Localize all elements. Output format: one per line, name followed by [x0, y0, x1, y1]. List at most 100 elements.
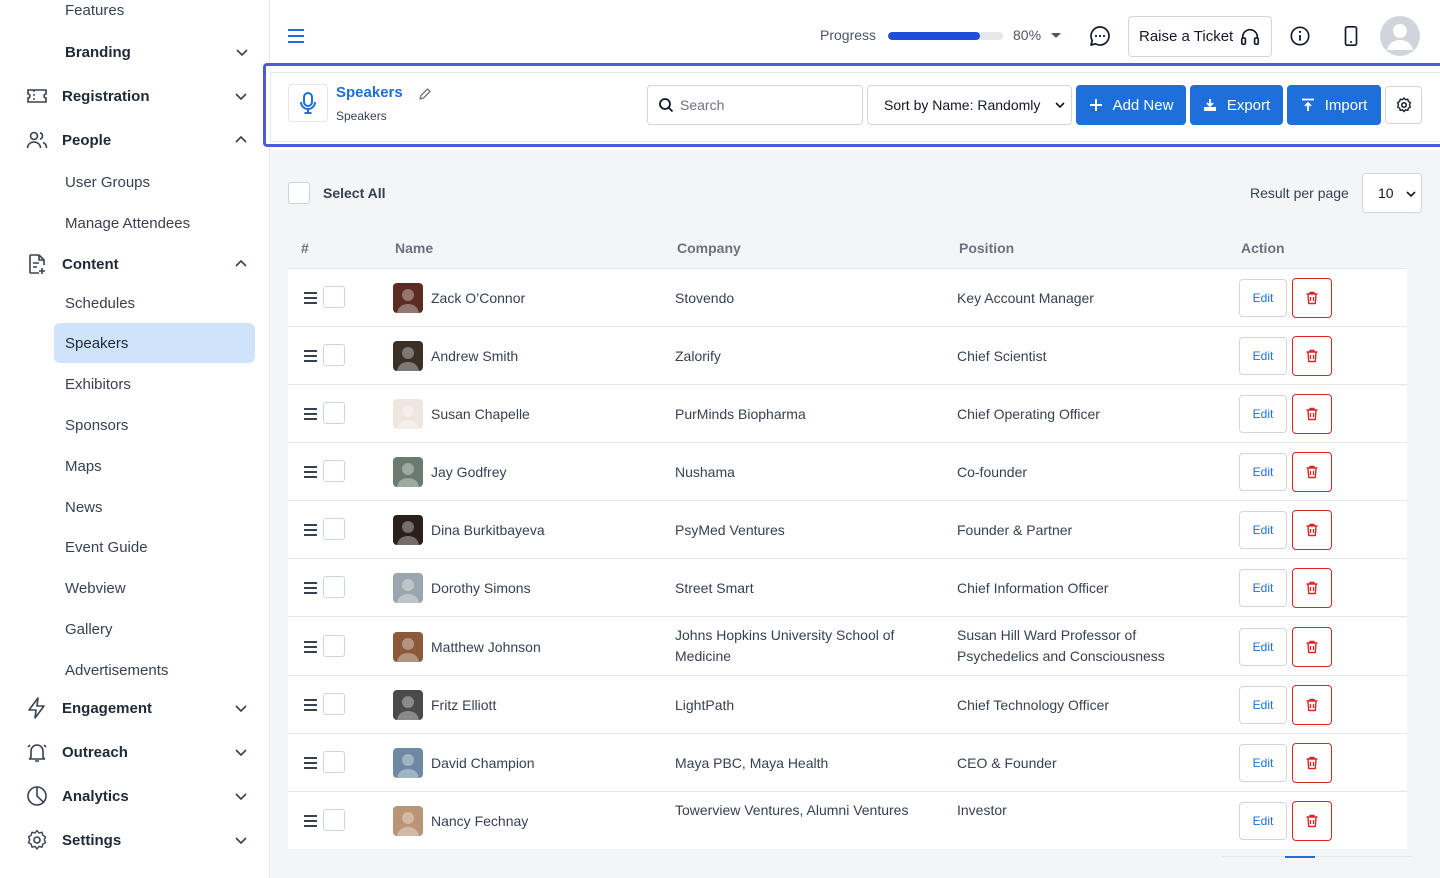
delete-button[interactable] [1292, 685, 1332, 725]
mobile-phone-icon[interactable] [1341, 25, 1361, 47]
sidebar-item-gallery[interactable]: Gallery [54, 609, 255, 649]
speaker-company: Towerview Ventures, Alumni Ventures [675, 802, 909, 818]
sidebar-item-exhibitors[interactable]: Exhibitors [54, 364, 255, 404]
edit-button[interactable]: Edit [1239, 453, 1287, 491]
search-icon [659, 98, 674, 113]
edit-button[interactable]: Edit [1239, 279, 1287, 317]
column-header-company: Company [677, 240, 741, 256]
drag-handle-icon[interactable] [304, 699, 318, 711]
import-button[interactable]: Import [1287, 85, 1381, 125]
select-all-checkbox[interactable] [288, 182, 310, 204]
drag-handle-icon[interactable] [304, 466, 318, 478]
sidebar-item-analytics[interactable]: Analytics [24, 776, 250, 816]
chat-icon[interactable] [1088, 24, 1112, 48]
drag-handle-icon[interactable] [304, 757, 318, 769]
speaker-position: Investor [957, 802, 1007, 818]
row-checkbox[interactable] [323, 634, 345, 657]
row-checkbox[interactable] [323, 576, 345, 598]
sidebar-item-sponsors[interactable]: Sponsors [54, 405, 255, 445]
row-checkbox[interactable] [323, 286, 345, 308]
drag-handle-icon[interactable] [304, 640, 318, 653]
chevron-down-icon [232, 831, 250, 849]
sidebar-item-outreach[interactable]: Outreach [24, 732, 250, 772]
edit-button[interactable]: Edit [1239, 337, 1287, 375]
delete-button[interactable] [1292, 394, 1332, 434]
edit-button[interactable]: Edit [1239, 569, 1287, 607]
pencil-icon[interactable] [418, 87, 432, 101]
sidebar-item-manage-attendees[interactable]: Manage Attendees [54, 203, 255, 243]
sidebar-item-news[interactable]: News [54, 487, 255, 527]
sidebar-item-webview[interactable]: Webview [54, 568, 255, 608]
sidebar-item-advertisements[interactable]: Advertisements [54, 650, 255, 690]
hamburger-menu-icon[interactable] [286, 26, 306, 46]
drag-handle-icon[interactable] [304, 350, 318, 362]
row-checkbox[interactable] [323, 344, 345, 366]
sidebar-item-features[interactable]: Features [54, 0, 255, 30]
sidebar-item-branding[interactable]: Branding [54, 32, 250, 72]
settings-button[interactable] [1385, 86, 1422, 124]
drag-handle-icon[interactable] [304, 524, 318, 536]
edit-button[interactable]: Edit [1239, 744, 1287, 782]
user-avatar[interactable] [1380, 16, 1420, 56]
delete-button[interactable] [1292, 626, 1332, 667]
speaker-position: Founder & Partner [957, 522, 1073, 538]
info-icon[interactable] [1289, 25, 1311, 47]
progress-bar [888, 32, 1003, 40]
raise-ticket-button[interactable]: Raise a Ticket [1128, 16, 1272, 57]
add-new-button[interactable]: Add New [1076, 85, 1186, 125]
row-checkbox[interactable] [323, 518, 345, 540]
edit-button[interactable]: Edit [1239, 627, 1287, 666]
top-bar: Progress 80% Raise a Ticket [270, 0, 1440, 72]
sidebar-item-user-groups[interactable]: User Groups [54, 162, 255, 202]
edit-label: Edit [1252, 465, 1274, 479]
sidebar-item-maps[interactable]: Maps [54, 446, 255, 486]
table-row: Matthew Johnson Johns Hopkins University… [288, 616, 1407, 675]
sidebar-item-label: Manage Attendees [65, 214, 191, 232]
row-checkbox[interactable] [323, 751, 345, 773]
row-checkbox[interactable] [323, 460, 345, 482]
edit-button[interactable]: Edit [1239, 686, 1287, 724]
sidebar-item-schedules[interactable]: Schedules [54, 283, 255, 323]
sidebar-item-event-guide[interactable]: Event Guide [54, 527, 255, 567]
results-per-page-label: Result per page [1250, 185, 1349, 201]
drag-handle-icon[interactable] [304, 582, 318, 594]
table-row: Susan Chapelle PurMinds Biopharma Chief … [288, 384, 1407, 442]
speaker-avatar [393, 748, 423, 778]
speaker-company: Maya PBC, Maya Health [675, 755, 829, 771]
drag-handle-icon[interactable] [304, 815, 318, 827]
row-checkbox[interactable] [323, 693, 345, 715]
trash-icon [1306, 756, 1318, 770]
search-field[interactable] [647, 85, 863, 125]
delete-button[interactable] [1292, 568, 1332, 608]
search-input[interactable] [680, 97, 850, 113]
sidebar-item-speakers[interactable]: Speakers [54, 323, 255, 363]
sidebar-item-settings[interactable]: Settings [24, 820, 250, 860]
speaker-company: Johns Hopkins University School of Medic… [675, 627, 895, 664]
raise-ticket-label: Raise a Ticket [1139, 28, 1234, 45]
edit-button[interactable]: Edit [1239, 511, 1287, 549]
drag-handle-icon[interactable] [304, 292, 318, 304]
sort-select[interactable]: Sort by Name: Randomly [867, 85, 1072, 125]
speaker-position: Chief Information Officer [957, 580, 1109, 596]
results-per-page-select[interactable]: 10 [1362, 173, 1422, 213]
export-button[interactable]: Export [1190, 85, 1283, 125]
row-checkbox[interactable] [323, 402, 345, 424]
delete-button[interactable] [1292, 743, 1332, 783]
sidebar-item-content[interactable]: Content [24, 244, 250, 284]
delete-button[interactable] [1292, 278, 1332, 318]
delete-button[interactable] [1292, 452, 1332, 492]
sidebar-item-people[interactable]: People [24, 120, 250, 160]
edit-button[interactable]: Edit [1239, 802, 1287, 840]
speaker-name: David Champion [431, 755, 535, 771]
drag-handle-icon[interactable] [304, 408, 318, 420]
speaker-company: Zalorify [675, 348, 721, 364]
sidebar-item-engagement[interactable]: Engagement [24, 688, 250, 728]
delete-button[interactable] [1292, 510, 1332, 550]
caret-down-icon[interactable] [1051, 33, 1061, 38]
sidebar-item-registration[interactable]: Registration [24, 76, 250, 116]
delete-button[interactable] [1292, 336, 1332, 376]
trash-icon [1306, 581, 1318, 595]
row-checkbox[interactable] [323, 809, 345, 831]
edit-button[interactable]: Edit [1239, 395, 1287, 433]
delete-button[interactable] [1292, 801, 1332, 841]
